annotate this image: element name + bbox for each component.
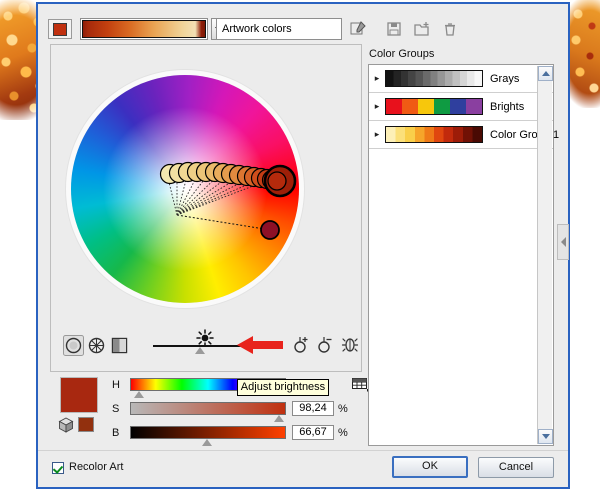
add-color-tool-icon[interactable] xyxy=(293,334,311,354)
expand-triangle-icon[interactable]: ▸ xyxy=(369,73,385,84)
saturation-slider-track[interactable] xyxy=(130,402,286,415)
color-group-row-group1[interactable]: ▸ Color Group 1 xyxy=(369,121,559,149)
color-group-row-grays[interactable]: ▸ Grays xyxy=(369,65,553,93)
recolor-art-label: Recolor Art xyxy=(69,461,124,473)
wheel-toolbar xyxy=(63,329,359,361)
color-mode-cube-icon[interactable] xyxy=(58,417,74,433)
brightness-label: B xyxy=(112,427,120,439)
panel-collapse-handle[interactable] xyxy=(557,224,569,260)
color-group-swatch xyxy=(385,70,483,87)
new-color-group-icon[interactable] xyxy=(412,19,432,39)
saturation-slider-row: S 98,24 % xyxy=(112,401,362,422)
delete-icon[interactable] xyxy=(440,19,460,39)
gradient-strip xyxy=(82,20,206,38)
ok-button[interactable]: OK xyxy=(392,456,468,478)
brightness-slider-thumb[interactable] xyxy=(195,347,205,354)
wheel-mode-bars-icon[interactable] xyxy=(109,335,130,356)
live-color-dialog: Artwork colors Edit Assign xyxy=(36,2,570,489)
color-group-gradient[interactable] xyxy=(80,18,208,40)
color-group-label: Brights xyxy=(490,100,525,113)
saturation-value-field[interactable]: 98,24 xyxy=(292,401,334,416)
expand-triangle-icon[interactable]: ▸ xyxy=(369,101,385,112)
brightness-slider-row: B 66,67 % xyxy=(112,425,362,446)
randomize-color-order-icon[interactable] xyxy=(341,334,359,354)
expand-triangle-icon[interactable]: ▸ xyxy=(369,129,385,140)
tooltip-adjust-brightness: Adjust brightness xyxy=(237,379,329,396)
hue-slider-thumb[interactable] xyxy=(134,391,144,398)
dialog-footer: Recolor Art OK Cancel xyxy=(38,450,568,487)
scroll-down-arrow[interactable] xyxy=(538,429,553,444)
recolor-art-checkbox[interactable] xyxy=(52,462,64,474)
save-icon[interactable] xyxy=(384,19,404,39)
scroll-up-arrow[interactable] xyxy=(538,66,553,81)
red-arrow-annotation xyxy=(235,336,283,354)
color-group-name-field[interactable]: Artwork colors xyxy=(216,18,342,40)
saturation-slider-thumb[interactable] xyxy=(274,415,284,422)
saturation-unit: % xyxy=(338,403,348,415)
wheel-mode-smooth-icon[interactable] xyxy=(63,335,84,356)
edit-colors-icon[interactable] xyxy=(348,19,368,39)
color-group-swatch xyxy=(385,98,483,115)
brightness-value-field[interactable]: 66,67 xyxy=(292,425,334,440)
color-groups-title: Color Groups xyxy=(369,48,435,60)
hue-label: H xyxy=(112,379,120,391)
secondary-color-swatch[interactable] xyxy=(78,417,94,432)
brightness-unit: % xyxy=(338,427,348,439)
color-wheel-markers[interactable] xyxy=(71,75,299,303)
color-groups-list[interactable]: ▸ Grays ▸ Brights ▸ Color Group 1 xyxy=(368,64,559,446)
remove-color-tool-icon[interactable] xyxy=(317,334,335,354)
background-artwork-right xyxy=(568,0,600,108)
secondary-color-marker xyxy=(260,220,280,240)
brightness-sun-icon xyxy=(196,329,214,347)
triangle-left-icon xyxy=(560,237,566,247)
color-groups-scrollbar[interactable] xyxy=(537,66,553,444)
color-group-swatch xyxy=(385,126,483,143)
active-color-chip xyxy=(53,22,67,36)
edit-panel xyxy=(50,44,362,372)
triangle-up-icon xyxy=(541,71,550,76)
triangle-down-icon xyxy=(541,434,550,439)
brightness-value-track[interactable] xyxy=(130,426,286,439)
active-color-swatch[interactable] xyxy=(48,19,72,39)
color-group-label: Grays xyxy=(490,72,520,85)
color-wheel-area xyxy=(63,75,351,327)
saturation-label: S xyxy=(112,403,120,415)
dialog-toolbar: Artwork colors xyxy=(48,16,560,42)
cancel-button[interactable]: Cancel xyxy=(478,457,554,478)
color-group-row-brights[interactable]: ▸ Brights xyxy=(369,93,553,121)
color-preview-swatch xyxy=(60,377,98,413)
brightness-value-thumb[interactable] xyxy=(202,439,212,446)
wheel-mode-segmented-icon[interactable] xyxy=(86,335,107,356)
